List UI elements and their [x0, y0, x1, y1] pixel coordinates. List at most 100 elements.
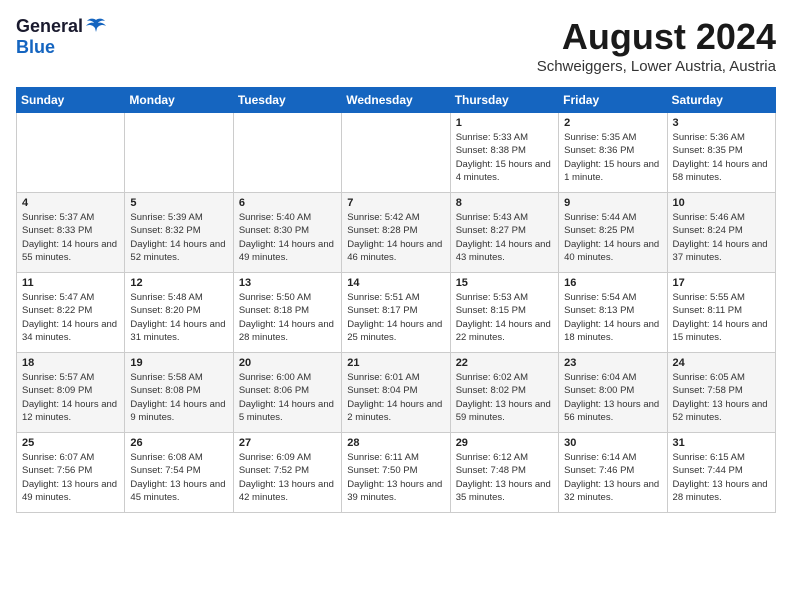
day-number: 21	[347, 357, 444, 369]
day-info: Sunrise: 6:15 AM Sunset: 7:44 PM Dayligh…	[673, 451, 770, 504]
day-info: Sunrise: 6:05 AM Sunset: 7:58 PM Dayligh…	[673, 371, 770, 424]
cell-w2-d3: 7Sunrise: 5:42 AM Sunset: 8:28 PM Daylig…	[342, 193, 450, 273]
day-number: 11	[22, 277, 119, 289]
day-info: Sunrise: 5:50 AM Sunset: 8:18 PM Dayligh…	[239, 291, 336, 344]
logo-general: General	[16, 16, 83, 37]
day-number: 24	[673, 357, 770, 369]
cell-w4-d0: 18 Sunrise: 5:57 AM Sunset: 8:09 PM Dayli…	[17, 353, 125, 433]
cell-w2-d0: 4Sunrise: 5:37 AM Sunset: 8:33 PM Daylig…	[17, 193, 125, 273]
day-number: 3	[673, 117, 770, 129]
header-friday: Friday	[559, 88, 667, 113]
week-row-1: 1 Sunrise: 5:33 AM Sunset: 8:38 PM Daylig…	[17, 113, 776, 193]
day-number: 14	[347, 277, 444, 289]
header-monday: Monday	[125, 88, 233, 113]
day-number: 13	[239, 277, 336, 289]
day-info: Sunrise: 5:47 AM Sunset: 8:22 PM Dayligh…	[22, 291, 119, 344]
day-number: 15	[456, 277, 553, 289]
day-number: 29	[456, 437, 553, 449]
day-info: Sunrise: 6:02 AM Sunset: 8:02 PM Dayligh…	[456, 371, 553, 424]
day-number: 27	[239, 437, 336, 449]
cell-w1-d0	[17, 113, 125, 193]
cell-w4-d3: 21 Sunrise: 6:01 AM Sunset: 8:04 PM Dayli…	[342, 353, 450, 433]
cell-w4-d4: 22 Sunrise: 6:02 AM Sunset: 8:02 PM Dayli…	[450, 353, 558, 433]
day-info: Sunrise: 5:46 AM Sunset: 8:24 PM Dayligh…	[673, 211, 770, 264]
cell-w5-d3: 28 Sunrise: 6:11 AM Sunset: 7:50 PM Dayli…	[342, 433, 450, 513]
day-info: Sunrise: 5:53 AM Sunset: 8:15 PM Dayligh…	[456, 291, 553, 344]
cell-w1-d2	[233, 113, 341, 193]
day-info: Sunrise: 5:55 AM Sunset: 8:11 PM Dayligh…	[673, 291, 770, 344]
day-number: 19	[130, 357, 227, 369]
day-number: 31	[673, 437, 770, 449]
cell-w2-d1: 5 Sunrise: 5:39 AM Sunset: 8:32 PM Daylig…	[125, 193, 233, 273]
cell-w3-d6: 17Sunrise: 5:55 AM Sunset: 8:11 PM Dayli…	[667, 273, 775, 353]
cell-w5-d1: 26 Sunrise: 6:08 AM Sunset: 7:54 PM Dayli…	[125, 433, 233, 513]
header-wednesday: Wednesday	[342, 88, 450, 113]
day-number: 23	[564, 357, 661, 369]
day-number: 25	[22, 437, 119, 449]
cell-w3-d5: 16Sunrise: 5:54 AM Sunset: 8:13 PM Dayli…	[559, 273, 667, 353]
day-info: Sunrise: 6:01 AM Sunset: 8:04 PM Dayligh…	[347, 371, 444, 424]
week-row-2: 4Sunrise: 5:37 AM Sunset: 8:33 PM Daylig…	[17, 193, 776, 273]
day-number: 28	[347, 437, 444, 449]
day-info: Sunrise: 6:14 AM Sunset: 7:46 PM Dayligh…	[564, 451, 661, 504]
day-info: Sunrise: 5:43 AM Sunset: 8:27 PM Dayligh…	[456, 211, 553, 264]
cell-w1-d6: 3Sunrise: 5:36 AM Sunset: 8:35 PM Daylig…	[667, 113, 775, 193]
logo-bird-icon	[85, 18, 107, 36]
day-info: Sunrise: 6:09 AM Sunset: 7:52 PM Dayligh…	[239, 451, 336, 504]
day-number: 12	[130, 277, 227, 289]
day-number: 7	[347, 197, 444, 209]
header-thursday: Thursday	[450, 88, 558, 113]
day-info: Sunrise: 5:51 AM Sunset: 8:17 PM Dayligh…	[347, 291, 444, 344]
day-info: Sunrise: 6:07 AM Sunset: 7:56 PM Dayligh…	[22, 451, 119, 504]
title-area: August 2024 Schweiggers, Lower Austria, …	[537, 16, 776, 75]
day-info: Sunrise: 6:08 AM Sunset: 7:54 PM Dayligh…	[130, 451, 227, 504]
cell-w4-d1: 19 Sunrise: 5:58 AM Sunset: 8:08 PM Dayli…	[125, 353, 233, 433]
day-number: 20	[239, 357, 336, 369]
day-info: Sunrise: 5:39 AM Sunset: 8:32 PM Dayligh…	[130, 211, 227, 264]
header-tuesday: Tuesday	[233, 88, 341, 113]
day-number: 4	[22, 197, 119, 209]
header-saturday: Saturday	[667, 88, 775, 113]
day-number: 1	[456, 117, 553, 129]
cell-w2-d2: 6 Sunrise: 5:40 AM Sunset: 8:30 PM Daylig…	[233, 193, 341, 273]
day-info: Sunrise: 5:33 AM Sunset: 8:38 PM Dayligh…	[456, 131, 553, 184]
cell-w4-d2: 20 Sunrise: 6:00 AM Sunset: 8:06 PM Dayli…	[233, 353, 341, 433]
cell-w3-d3: 14 Sunrise: 5:51 AM Sunset: 8:17 PM Dayli…	[342, 273, 450, 353]
day-number: 6	[239, 197, 336, 209]
cell-w5-d4: 29Sunrise: 6:12 AM Sunset: 7:48 PM Dayli…	[450, 433, 558, 513]
day-number: 8	[456, 197, 553, 209]
day-number: 16	[564, 277, 661, 289]
header-sunday: Sunday	[17, 88, 125, 113]
day-number: 2	[564, 117, 661, 129]
logo: General Blue	[16, 16, 107, 58]
week-row-3: 11 Sunrise: 5:47 AM Sunset: 8:22 PM Dayli…	[17, 273, 776, 353]
cell-w2-d4: 8 Sunrise: 5:43 AM Sunset: 8:27 PM Daylig…	[450, 193, 558, 273]
day-info: Sunrise: 6:00 AM Sunset: 8:06 PM Dayligh…	[239, 371, 336, 424]
cell-w4-d6: 24 Sunrise: 6:05 AM Sunset: 7:58 PM Dayli…	[667, 353, 775, 433]
day-number: 5	[130, 197, 227, 209]
day-info: Sunrise: 5:40 AM Sunset: 8:30 PM Dayligh…	[239, 211, 336, 264]
day-number: 22	[456, 357, 553, 369]
cell-w5-d5: 30Sunrise: 6:14 AM Sunset: 7:46 PM Dayli…	[559, 433, 667, 513]
day-info: Sunrise: 5:58 AM Sunset: 8:08 PM Dayligh…	[130, 371, 227, 424]
cell-w2-d6: 10 Sunrise: 5:46 AM Sunset: 8:24 PM Dayli…	[667, 193, 775, 273]
calendar-title: August 2024	[537, 16, 776, 58]
day-info: Sunrise: 5:57 AM Sunset: 8:09 PM Dayligh…	[22, 371, 119, 424]
cell-w3-d4: 15 Sunrise: 5:53 AM Sunset: 8:15 PM Dayli…	[450, 273, 558, 353]
day-info: Sunrise: 6:04 AM Sunset: 8:00 PM Dayligh…	[564, 371, 661, 424]
day-info: Sunrise: 6:11 AM Sunset: 7:50 PM Dayligh…	[347, 451, 444, 504]
cell-w4-d5: 23 Sunrise: 6:04 AM Sunset: 8:00 PM Dayli…	[559, 353, 667, 433]
cell-w1-d5: 2 Sunrise: 5:35 AM Sunset: 8:36 PM Daylig…	[559, 113, 667, 193]
day-number: 10	[673, 197, 770, 209]
cell-w2-d5: 9Sunrise: 5:44 AM Sunset: 8:25 PM Daylig…	[559, 193, 667, 273]
week-row-4: 18 Sunrise: 5:57 AM Sunset: 8:09 PM Dayli…	[17, 353, 776, 433]
cell-w5-d2: 27 Sunrise: 6:09 AM Sunset: 7:52 PM Dayli…	[233, 433, 341, 513]
weekday-header-row: Sunday Monday Tuesday Wednesday Thursday…	[17, 88, 776, 113]
cell-w1-d3	[342, 113, 450, 193]
day-number: 18	[22, 357, 119, 369]
week-row-5: 25 Sunrise: 6:07 AM Sunset: 7:56 PM Dayli…	[17, 433, 776, 513]
day-number: 26	[130, 437, 227, 449]
cell-w5-d0: 25 Sunrise: 6:07 AM Sunset: 7:56 PM Dayli…	[17, 433, 125, 513]
day-info: Sunrise: 5:35 AM Sunset: 8:36 PM Dayligh…	[564, 131, 661, 184]
header: General Blue August 2024 Schweiggers, Lo…	[16, 16, 776, 75]
